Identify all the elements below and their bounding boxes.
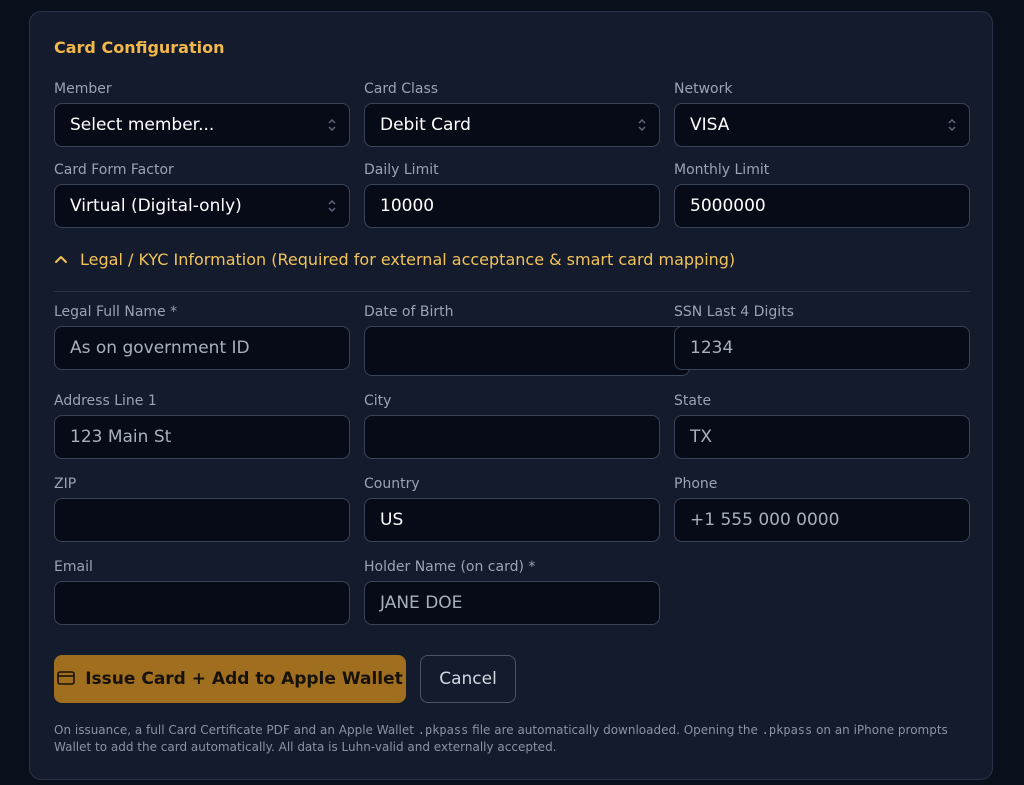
- city-input[interactable]: [364, 415, 660, 459]
- ssn-input[interactable]: 1234: [674, 326, 970, 370]
- phone-label: Phone: [674, 476, 718, 492]
- dob-label: Date of Birth: [364, 304, 454, 320]
- cancel-button[interactable]: Cancel: [420, 655, 516, 703]
- footnote-text-1: On issuance, a full Card Certificate PDF…: [54, 723, 418, 737]
- chevron-up-icon: [55, 256, 67, 263]
- issue-card-button-label: Issue Card + Add to Apple Wallet: [85, 669, 403, 689]
- select-arrows-icon: [638, 118, 646, 132]
- ssn-label: SSN Last 4 Digits: [674, 304, 794, 320]
- network-select-value: VISA: [690, 115, 730, 135]
- form-factor-select[interactable]: Virtual (Digital-only): [54, 184, 350, 228]
- section-divider: [54, 291, 970, 292]
- network-select[interactable]: VISA: [674, 103, 970, 147]
- credit-card-icon: [57, 671, 76, 685]
- zip-label: ZIP: [54, 476, 77, 492]
- network-label: Network: [674, 81, 733, 97]
- monthly-limit-input[interactable]: 5000000: [674, 184, 970, 228]
- card-class-label: Card Class: [364, 81, 439, 97]
- select-arrows-icon: [948, 118, 956, 132]
- section-title: Card Configuration: [54, 38, 225, 57]
- card-class-select-value: Debit Card: [380, 115, 471, 135]
- email-label: Email: [54, 559, 93, 575]
- country-label: Country: [364, 476, 420, 492]
- form-factor-select-value: Virtual (Digital-only): [70, 196, 242, 216]
- state-input[interactable]: TX: [674, 415, 970, 459]
- kyc-section-title: Legal / KYC Information (Required for ex…: [80, 250, 736, 269]
- address1-input[interactable]: 123 Main St: [54, 415, 350, 459]
- kyc-section-toggle[interactable]: Legal / KYC Information (Required for ex…: [54, 250, 735, 270]
- issuance-footnote: On issuance, a full Card Certificate PDF…: [54, 722, 964, 756]
- card-configuration-panel: Card Configuration Member Card Class Net…: [29, 11, 993, 780]
- footnote-code-2: .pkpass: [761, 723, 813, 737]
- email-input[interactable]: [54, 581, 350, 625]
- form-factor-label: Card Form Factor: [54, 162, 174, 178]
- legal-name-input[interactable]: As on government ID: [54, 326, 350, 370]
- member-label: Member: [54, 81, 112, 97]
- phone-input[interactable]: +1 555 000 0000: [674, 498, 970, 542]
- zip-input[interactable]: [54, 498, 350, 542]
- member-select-value: Select member...: [70, 115, 215, 135]
- card-class-select[interactable]: Debit Card: [364, 103, 660, 147]
- address1-label: Address Line 1: [54, 393, 157, 409]
- country-input[interactable]: US: [364, 498, 660, 542]
- footnote-text-2: file are automatically downloaded. Openi…: [468, 723, 762, 737]
- state-label: State: [674, 393, 712, 409]
- dob-input[interactable]: [364, 326, 690, 376]
- monthly-limit-label: Monthly Limit: [674, 162, 770, 178]
- select-arrows-icon: [328, 118, 336, 132]
- issue-card-button[interactable]: Issue Card + Add to Apple Wallet: [54, 655, 406, 703]
- daily-limit-input[interactable]: 10000: [364, 184, 660, 228]
- holder-name-input[interactable]: JANE DOE: [364, 581, 660, 625]
- footnote-code-1: .pkpass: [417, 723, 469, 737]
- select-arrows-icon: [328, 199, 336, 213]
- member-select[interactable]: Select member...: [54, 103, 350, 147]
- city-label: City: [364, 393, 392, 409]
- daily-limit-label: Daily Limit: [364, 162, 439, 178]
- legal-name-label: Legal Full Name *: [54, 304, 178, 320]
- holder-name-label: Holder Name (on card) *: [364, 559, 536, 575]
